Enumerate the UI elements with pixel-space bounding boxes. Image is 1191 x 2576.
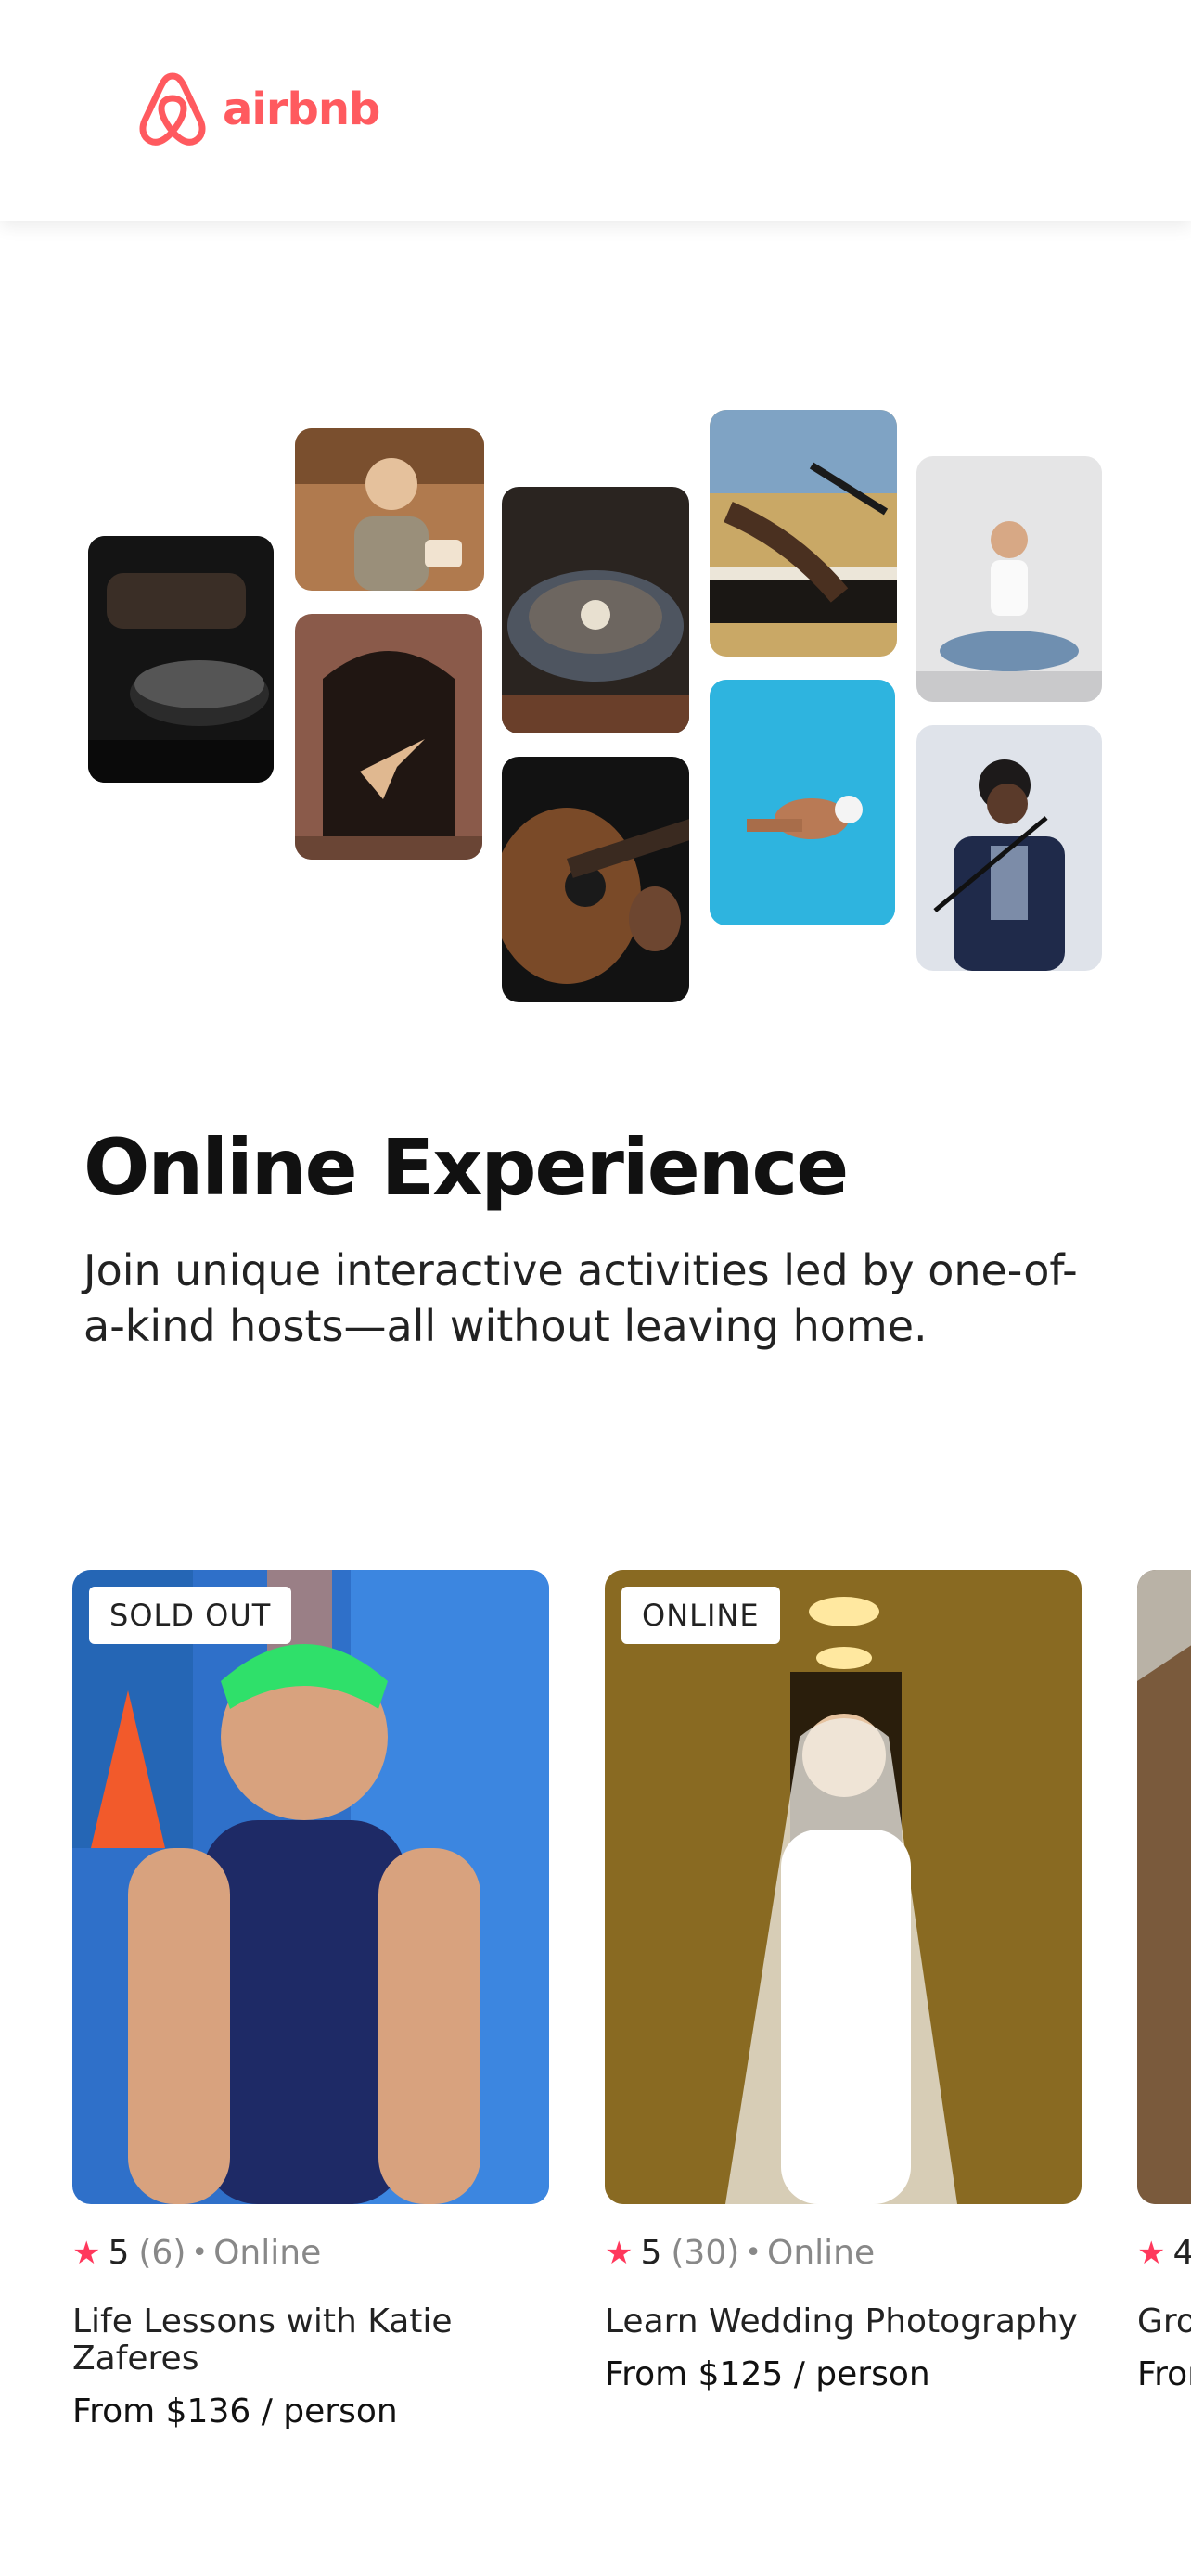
experience-card-image[interactable]: ONLINE xyxy=(605,1570,1082,2204)
singer-microphone-photo xyxy=(916,725,1102,971)
star-icon: ★ xyxy=(605,2234,634,2272)
rating-row: ★ 5 (6) • Online xyxy=(72,2234,549,2272)
price-value: $136 xyxy=(165,2392,251,2430)
experience-card[interactable]: ONLINE ★ 5 (30) • Online Learn Wedding P… xyxy=(605,1570,1082,2393)
separator-dot: • xyxy=(745,2237,762,2269)
status-badge: ONLINE xyxy=(621,1587,780,1644)
price-row: From $125 / person xyxy=(605,2355,1082,2393)
experience-card-image[interactable]: SOLD OUT xyxy=(72,1570,549,2204)
price-row: From $136 / person xyxy=(72,2392,549,2430)
rating-row: ★ 5 (30) • Online xyxy=(605,2234,1082,2272)
experience-title[interactable]: Gro xyxy=(1137,2303,1191,2340)
experience-card[interactable]: SOLD OUT ★ 5 (6) • Online Life Lessons w… xyxy=(72,1570,549,2430)
baker-woman-photo xyxy=(295,428,484,591)
review-count: (6) xyxy=(138,2234,186,2272)
price-row: Fror xyxy=(1137,2355,1191,2393)
experience-collage xyxy=(0,0,1191,1020)
rating-value: 5 xyxy=(640,2234,662,2272)
rating-value: 4 xyxy=(1172,2234,1191,2272)
price-prefix: From xyxy=(72,2392,156,2430)
experience-card[interactable]: ★ 4 Gro Fror xyxy=(1137,1570,1191,2393)
separator-dot: • xyxy=(191,2237,209,2269)
star-icon: ★ xyxy=(72,2234,101,2272)
status-badge: SOLD OUT xyxy=(89,1587,292,1644)
review-count: (30) xyxy=(671,2234,740,2272)
experience-title[interactable]: Life Lessons with Katie Zaferes xyxy=(72,2303,549,2378)
page-title: Online Experience xyxy=(83,1122,849,1213)
acoustic-guitar-photo xyxy=(502,757,689,1002)
page-subtitle: Join unique interactive activities led b… xyxy=(83,1245,1078,1351)
location-label: Online xyxy=(213,2234,322,2272)
plated-dish-photo xyxy=(502,487,689,733)
rating-row: ★ 4 xyxy=(1137,2234,1191,2272)
price-suffix: / person xyxy=(793,2355,930,2393)
price-value: $125 xyxy=(698,2355,784,2393)
yoga-meditation-photo xyxy=(916,456,1102,702)
cooking-pan-photo xyxy=(88,536,274,783)
dancer-doorway-photo xyxy=(295,614,482,860)
price-prefix: From xyxy=(605,2355,688,2393)
rating-value: 5 xyxy=(108,2234,130,2272)
star-icon: ★ xyxy=(1137,2234,1166,2272)
experience-card-image[interactable] xyxy=(1137,1570,1191,2204)
swimmer-pool-photo xyxy=(710,680,895,925)
price-suffix: / person xyxy=(261,2392,398,2430)
price-prefix: Fror xyxy=(1137,2355,1191,2393)
piano-microphone-photo xyxy=(710,410,897,657)
location-label: Online xyxy=(767,2234,876,2272)
experience-title[interactable]: Learn Wedding Photography xyxy=(605,2303,1082,2340)
